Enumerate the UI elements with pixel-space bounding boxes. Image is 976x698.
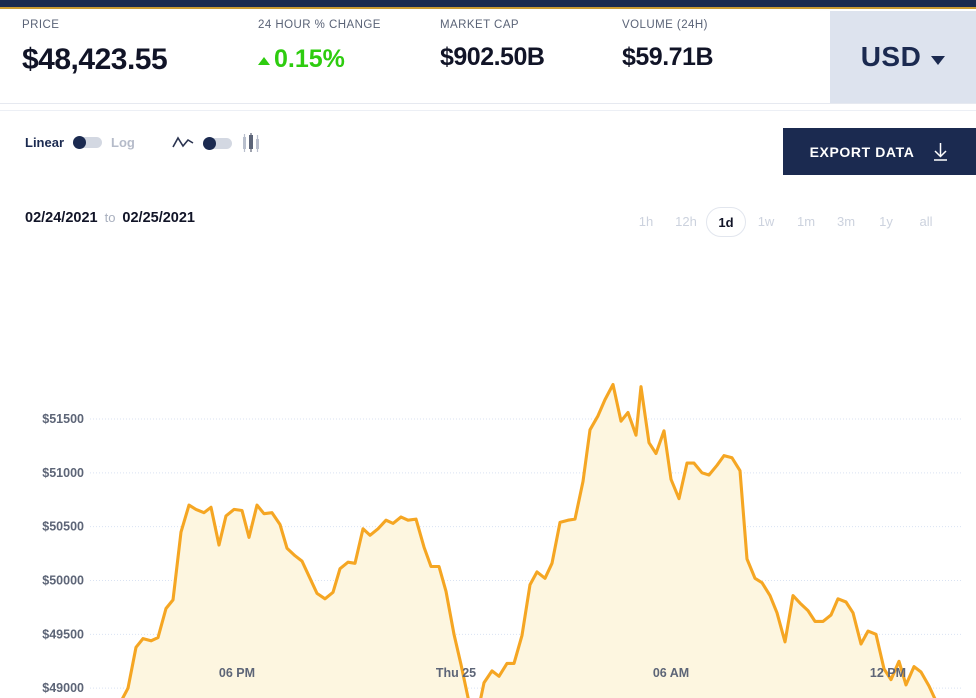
stat-price: PRICE $48,423.55 <box>22 19 167 77</box>
start-date-input[interactable]: 02/24/2021 <box>25 210 98 226</box>
price-chart-svg[interactable]: $48500$49000$49500$50000$50500$51000$515… <box>0 229 976 698</box>
stat-volume-label: VOLUME (24H) <box>622 19 713 31</box>
scale-linear-label: Linear <box>25 135 64 150</box>
chart-y-tick-label: $50500 <box>42 520 84 534</box>
top-navy-bar <box>0 0 976 9</box>
stat-market-cap: MARKET CAP $902.50B <box>440 19 544 72</box>
stat-change-label: 24 HOUR % CHANGE <box>258 19 381 31</box>
chart-panel: Linear Log <box>0 110 976 698</box>
currency-selector-label: USD <box>861 41 922 73</box>
line-chart-icon[interactable] <box>172 133 194 153</box>
scale-switch-knob <box>73 136 86 149</box>
scale-toggle[interactable]: Linear Log <box>25 135 135 150</box>
chart-type-switch-knob <box>203 137 216 150</box>
export-data-label: EXPORT DATA <box>810 144 915 160</box>
stat-price-label: PRICE <box>22 19 167 31</box>
stat-24h-change: 24 HOUR % CHANGE 0.15% <box>258 19 381 74</box>
caret-up-icon <box>258 57 270 65</box>
stat-volume-value: $59.71B <box>622 43 713 72</box>
chart-type-toggle[interactable] <box>172 133 263 153</box>
chart-y-tick-label: $51000 <box>42 466 84 480</box>
download-icon <box>932 142 949 162</box>
export-data-button[interactable]: EXPORT DATA <box>783 128 976 175</box>
date-range: 02/24/2021 to 02/25/2021 <box>25 210 195 226</box>
scale-log-label: Log <box>111 135 135 150</box>
price-chart[interactable]: $48500$49000$49500$50000$50500$51000$515… <box>0 229 976 698</box>
chart-x-tick-label: Thu 25 <box>436 666 476 680</box>
range-row: 02/24/2021 to 02/25/2021 1h 12h 1d 1w 1m… <box>0 183 976 229</box>
date-range-to-label: to <box>105 210 116 225</box>
stat-change-value-wrap: 0.15% <box>258 45 381 74</box>
stat-volume-24h: VOLUME (24H) $59.71B <box>622 19 713 72</box>
end-date-input[interactable]: 02/25/2021 <box>122 210 195 226</box>
stat-market-cap-value: $902.50B <box>440 43 544 72</box>
stat-price-value: $48,423.55 <box>22 43 167 77</box>
chart-x-tick-label: 12 PM <box>870 666 906 680</box>
chart-y-tick-label: $51500 <box>42 412 84 426</box>
chevron-down-icon <box>931 56 945 65</box>
stat-market-cap-label: MARKET CAP <box>440 19 544 31</box>
chart-y-tick-label: $49500 <box>42 627 84 641</box>
stat-change-value: 0.15% <box>274 45 345 74</box>
chart-y-axis-labels: $48500$49000$49500$50000$50500$51000$515… <box>42 412 84 698</box>
chart-type-switch[interactable] <box>203 138 232 149</box>
chart-toolbar: Linear Log <box>0 111 976 183</box>
chart-y-tick-label: $49000 <box>42 681 84 695</box>
currency-selector[interactable]: USD <box>830 11 976 103</box>
chart-x-tick-label: 06 PM <box>219 666 255 680</box>
chart-x-tick-label: 06 AM <box>653 666 689 680</box>
scale-switch[interactable] <box>73 137 102 148</box>
coindesk-bitcoin-price-page: PRICE $48,423.55 24 HOUR % CHANGE 0.15% … <box>0 0 976 698</box>
chart-y-tick-label: $50000 <box>42 574 84 588</box>
candlestick-chart-icon[interactable] <box>241 133 263 153</box>
